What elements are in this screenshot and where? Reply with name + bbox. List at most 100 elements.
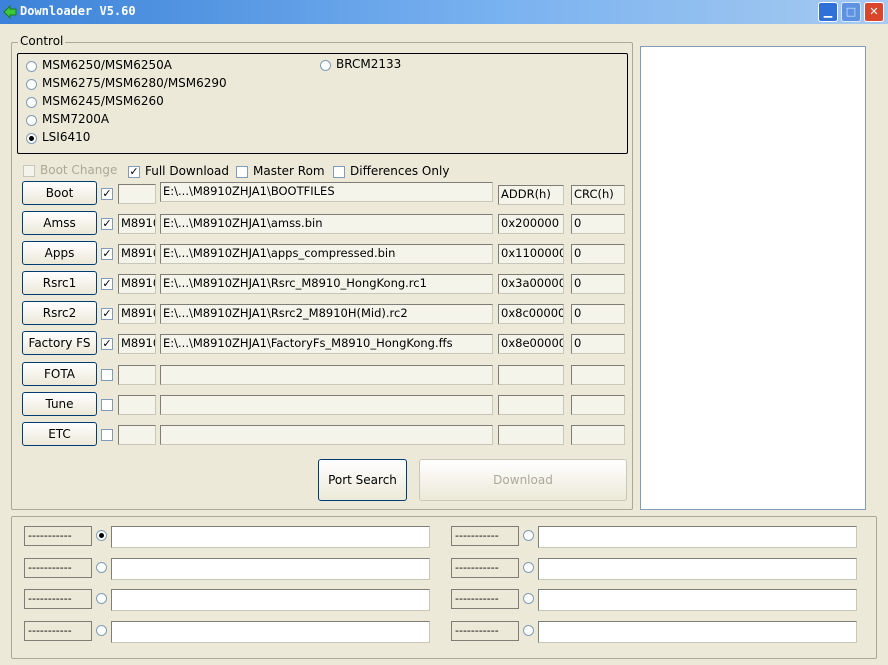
row-crc-field[interactable] (571, 425, 625, 445)
row-button-8[interactable]: ETC (22, 422, 97, 446)
port-radio-left-3[interactable] (96, 625, 107, 636)
row-path-field[interactable]: E:\...\M8910ZHJA1\amss.bin (160, 214, 493, 234)
row-addr-field[interactable] (498, 365, 564, 385)
port-field-left-0[interactable] (111, 526, 430, 548)
row-addr-field[interactable]: 0x200000 (498, 214, 564, 234)
close-button[interactable]: ✕ (864, 2, 884, 22)
row-button-2[interactable]: Apps (22, 241, 97, 265)
port-status-left-1: ----------- (24, 558, 92, 578)
port-radio-right-2[interactable] (523, 593, 534, 604)
row-path-field[interactable] (160, 365, 493, 385)
row-addr-field[interactable]: 0x8c00000 (498, 304, 564, 324)
row-name-field[interactable] (118, 184, 156, 204)
row-checkbox-0[interactable] (101, 188, 113, 200)
row-name-field[interactable] (118, 425, 156, 445)
row-name-field[interactable]: M8910 (118, 274, 156, 294)
port-status-right-3: ----------- (451, 621, 519, 641)
row-addr-field[interactable]: 0x3a00000 (498, 274, 564, 294)
row-checkbox-3[interactable] (101, 278, 113, 290)
row-path-field[interactable]: E:\...\M8910ZHJA1\apps_compressed.bin (160, 244, 493, 264)
row-path-field[interactable]: E:\...\M8910ZHJA1\Rsrc_M8910_HongKong.rc… (160, 274, 493, 294)
radio-msm6275[interactable] (26, 79, 37, 90)
radio-msm6245[interactable] (26, 97, 37, 108)
row-name-field[interactable]: M8910 (118, 214, 156, 234)
port-field-left-3[interactable] (111, 621, 430, 643)
port-field-right-3[interactable] (538, 621, 857, 643)
row-button-1[interactable]: Amss (22, 211, 97, 235)
row-crc-field[interactable]: 0 (571, 334, 625, 354)
port-field-right-2[interactable] (538, 589, 857, 611)
port-field-left-2[interactable] (111, 589, 430, 611)
row-checkbox-8[interactable] (101, 429, 113, 441)
radio-brcm2133[interactable] (320, 60, 331, 71)
row-button-4[interactable]: Rsrc2 (22, 301, 97, 325)
master-rom-checkbox[interactable] (236, 166, 248, 178)
row-button-7[interactable]: Tune (22, 392, 97, 416)
row-checkbox-6[interactable] (101, 369, 113, 381)
radio-msm7200a[interactable] (26, 115, 37, 126)
log-panel[interactable] (640, 46, 866, 510)
row-checkbox-1[interactable] (101, 218, 113, 230)
radio-label: LSI6410 (42, 130, 91, 144)
full-download-label: Full Download (145, 164, 229, 178)
row-crc-field[interactable]: 0 (571, 244, 625, 264)
row-addr-field[interactable]: 0x1100000 (498, 244, 564, 264)
row-crc-field[interactable]: 0 (571, 304, 625, 324)
port-status-left-2: ----------- (24, 589, 92, 609)
row-path-field[interactable]: E:\...\M8910ZHJA1\BOOTFILES (160, 182, 493, 202)
row-checkbox-4[interactable] (101, 308, 113, 320)
row-button-0[interactable]: Boot (22, 181, 97, 205)
radio-label: MSM7200A (42, 112, 110, 126)
port-radio-right-0[interactable] (523, 530, 534, 541)
row-path-field[interactable] (160, 425, 493, 445)
port-radio-right-1[interactable] (523, 562, 534, 573)
master-rom-label: Master Rom (253, 164, 325, 178)
port-radio-left-2[interactable] (96, 593, 107, 604)
crc-header: CRC(h) (571, 185, 625, 205)
row-name-field[interactable]: M8910 (118, 304, 156, 324)
port-radio-right-3[interactable] (523, 625, 534, 636)
row-path-field[interactable] (160, 395, 493, 415)
port-search-button[interactable]: Port Search (318, 459, 407, 501)
row-name-field[interactable]: M8910 (118, 244, 156, 264)
differences-only-label: Differences Only (350, 164, 450, 178)
radio-lsi6410[interactable] (26, 133, 37, 144)
row-crc-field[interactable] (571, 365, 625, 385)
port-field-left-1[interactable] (111, 558, 430, 580)
row-name-field[interactable]: M8910 (118, 334, 156, 354)
row-crc-field[interactable] (571, 395, 625, 415)
row-path-field[interactable]: E:\...\M8910ZHJA1\FactoryFs_M8910_HongKo… (160, 334, 493, 354)
radio-msm6250[interactable] (26, 61, 37, 72)
differences-only-checkbox[interactable] (333, 166, 345, 178)
title-bar: Downloader V5.60 ▁ □ ✕ (0, 0, 888, 24)
boot-change-checkbox[interactable] (23, 165, 35, 177)
radio-label: MSM6250/MSM6250A (42, 58, 172, 72)
port-field-right-0[interactable] (538, 526, 857, 548)
row-crc-field[interactable]: 0 (571, 274, 625, 294)
addr-header: ADDR(h) (498, 185, 564, 205)
radio-label: BRCM2133 (336, 57, 402, 71)
row-addr-field[interactable] (498, 425, 564, 445)
row-button-3[interactable]: Rsrc1 (22, 271, 97, 295)
download-button[interactable]: Download (419, 459, 627, 501)
radio-label: MSM6245/MSM6260 (42, 94, 164, 108)
minimize-button[interactable]: ▁ (818, 2, 838, 22)
window-title: Downloader V5.60 (20, 4, 136, 18)
row-checkbox-2[interactable] (101, 248, 113, 260)
row-button-5[interactable]: Factory FS (22, 331, 97, 355)
port-radio-left-1[interactable] (96, 562, 107, 573)
port-radio-left-0[interactable] (96, 530, 107, 541)
row-checkbox-5[interactable] (101, 338, 113, 350)
row-button-6[interactable]: FOTA (22, 362, 97, 386)
row-path-field[interactable]: E:\...\M8910ZHJA1\Rsrc2_M8910H(Mid).rc2 (160, 304, 493, 324)
row-addr-field[interactable]: 0x8e00000 (498, 334, 564, 354)
maximize-button[interactable]: □ (841, 2, 861, 22)
row-name-field[interactable] (118, 395, 156, 415)
row-checkbox-7[interactable] (101, 399, 113, 411)
back-arrow-icon (3, 5, 17, 19)
row-crc-field[interactable]: 0 (571, 214, 625, 234)
full-download-checkbox[interactable] (128, 166, 140, 178)
port-field-right-1[interactable] (538, 558, 857, 580)
row-addr-field[interactable] (498, 395, 564, 415)
row-name-field[interactable] (118, 365, 156, 385)
